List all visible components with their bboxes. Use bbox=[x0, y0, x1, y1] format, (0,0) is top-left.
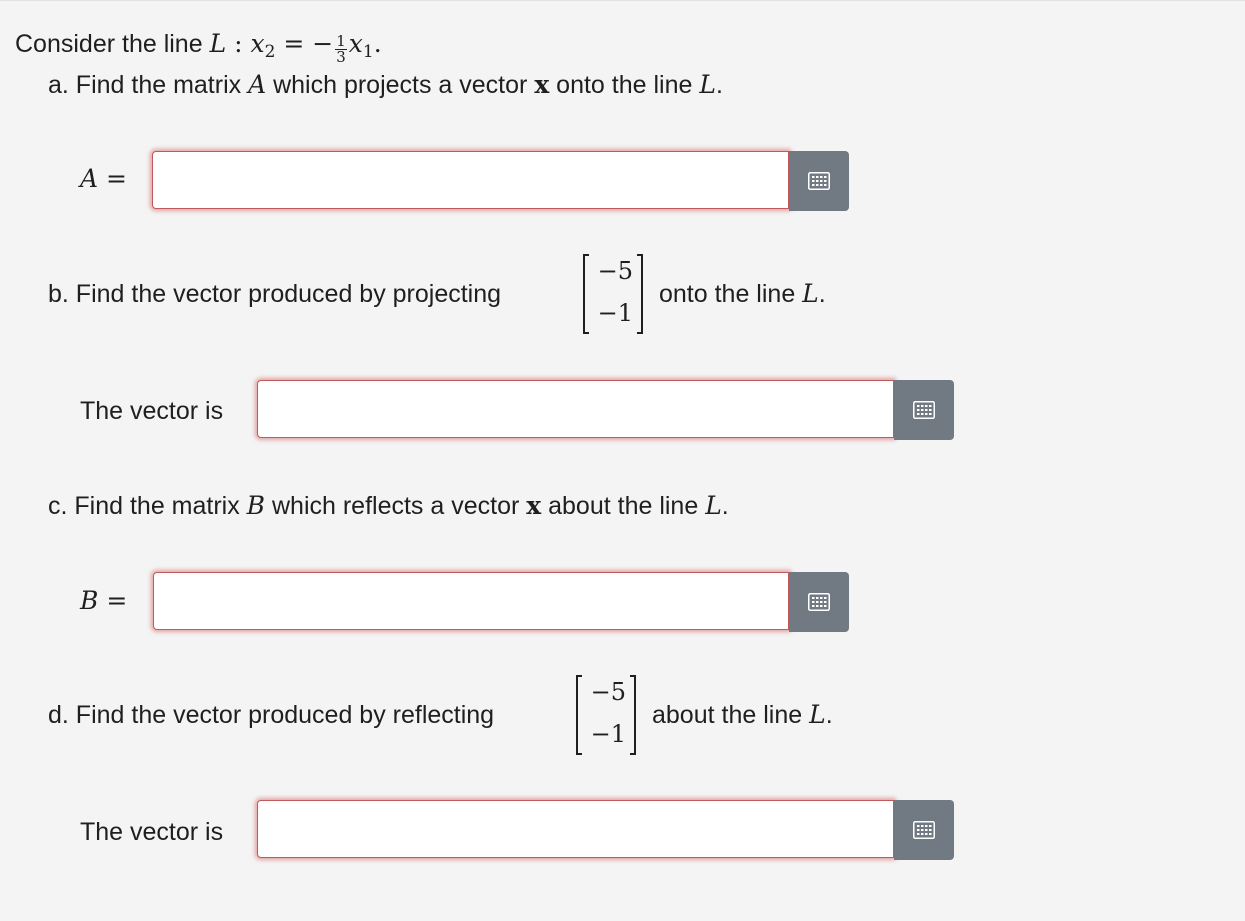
matrix-b-input[interactable] bbox=[153, 572, 789, 630]
part-d-question-end: about the line L. bbox=[652, 700, 833, 729]
vector-d-keyboard-button[interactable] bbox=[894, 800, 954, 860]
vector-entry: −1 bbox=[597, 299, 633, 327]
part-d-question: d. Find the vector produced by reflectin… bbox=[48, 701, 495, 729]
vector-entry: −5 bbox=[590, 678, 626, 706]
matrix-keyboard-icon bbox=[808, 593, 830, 611]
matrix-keyboard-icon bbox=[808, 172, 830, 190]
intro-text: Consider the line bbox=[15, 30, 210, 58]
right-bracket bbox=[637, 254, 643, 334]
vector-entry: −5 bbox=[597, 257, 633, 285]
matrix-a-input[interactable] bbox=[152, 151, 789, 209]
answer-a-label: A = bbox=[80, 164, 127, 193]
line-symbol: L bbox=[209, 29, 227, 58]
right-bracket bbox=[630, 675, 636, 755]
answer-b-row bbox=[257, 380, 954, 440]
part-b-question: b. Find the vector produced by projectin… bbox=[48, 280, 502, 308]
part-c-question: c. Find the matrix B which reflects a ve… bbox=[48, 491, 729, 520]
vector-b-keyboard-button[interactable] bbox=[894, 380, 954, 440]
part-b-vector: −5 −1 bbox=[583, 254, 643, 334]
part-d-vector: −5 −1 bbox=[576, 675, 636, 755]
part-a-question: a. Find the matrix A which projects a ve… bbox=[48, 70, 723, 99]
top-divider bbox=[0, 0, 1245, 1]
answer-d-label: The vector is bbox=[80, 818, 224, 846]
left-bracket bbox=[576, 675, 582, 755]
matrix-a-keyboard-button[interactable] bbox=[789, 151, 849, 211]
fraction: 13 bbox=[335, 32, 347, 66]
answer-c-row bbox=[153, 572, 849, 632]
answer-c-label: B = bbox=[80, 586, 128, 615]
answer-d-row bbox=[257, 800, 954, 860]
vector-d-input[interactable] bbox=[257, 800, 894, 858]
vector-entry: −1 bbox=[590, 720, 626, 748]
vector-b-input[interactable] bbox=[257, 380, 894, 438]
answer-a-row bbox=[152, 151, 849, 211]
left-bracket bbox=[583, 254, 589, 334]
answer-b-label: The vector is bbox=[80, 397, 224, 425]
part-b-question-end: onto the line L. bbox=[659, 279, 826, 308]
problem-intro: Consider the line L : x2 = −1 3 x1. bbox=[15, 29, 382, 66]
matrix-keyboard-icon bbox=[913, 821, 935, 839]
matrix-keyboard-icon bbox=[913, 401, 935, 419]
matrix-b-keyboard-button[interactable] bbox=[789, 572, 849, 632]
